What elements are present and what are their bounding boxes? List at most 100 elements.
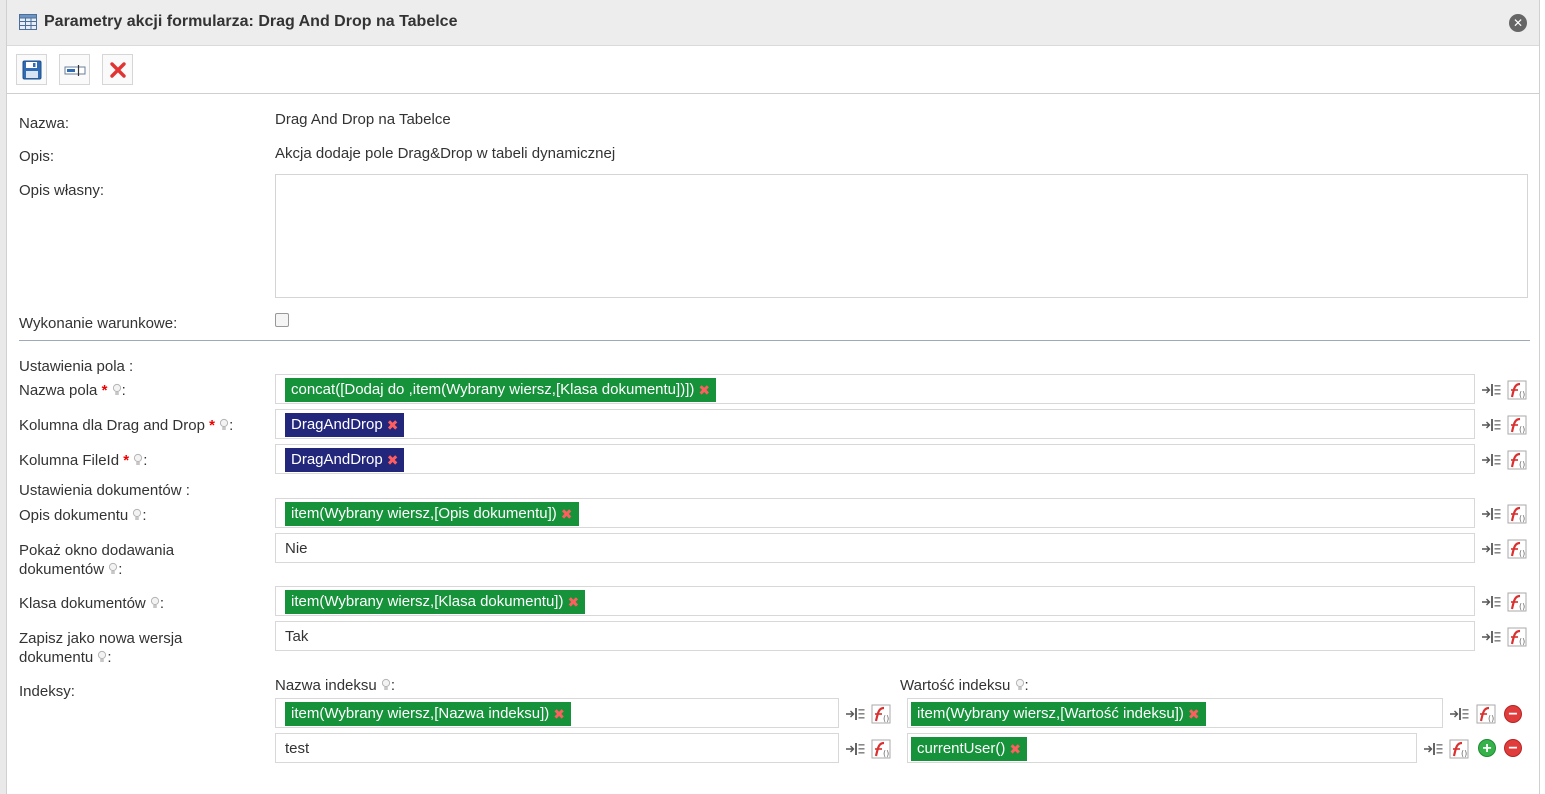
svg-text:(): () <box>1519 460 1525 469</box>
remove-row-icon[interactable]: − <box>1504 739 1522 757</box>
index-value-input[interactable]: item(Wybrany wiersz,[Wartość indeksu]) ✖ <box>907 698 1443 728</box>
remove-row-icon[interactable]: − <box>1504 705 1522 723</box>
function-icon[interactable]: () <box>871 704 891 724</box>
new-version-value: Tak <box>285 628 309 645</box>
svg-text:(): () <box>883 714 889 723</box>
show-window-label-line2: dokumentów <box>19 561 105 578</box>
insert-variable-icon[interactable] <box>1481 627 1501 647</box>
insert-variable-icon[interactable] <box>1481 592 1501 612</box>
close-icon[interactable]: ✕ <box>1509 14 1527 32</box>
required-mark: * <box>101 382 108 399</box>
index-value-input[interactable]: currentUser() ✖ <box>907 733 1417 763</box>
colon: : <box>121 382 126 399</box>
field-name-label: Nazwa pola * : <box>19 381 126 402</box>
desc-value: Akcja dodaje pole Drag&Drop w tabeli dyn… <box>275 145 616 162</box>
expression-tag: item(Wybrany wiersz,[Wartość indeksu]) ✖ <box>911 702 1206 726</box>
dnd-column-label: Kolumna dla Drag and Drop * : <box>19 416 233 437</box>
expression-tag: item(Wybrany wiersz,[Nazwa indeksu]) ✖ <box>285 702 572 726</box>
lightbulb-icon <box>1015 678 1025 697</box>
show-window-label-line1: Pokaż okno dodawania <box>19 542 175 559</box>
insert-variable-icon[interactable] <box>1481 415 1501 435</box>
function-icon[interactable]: () <box>1476 704 1496 724</box>
index-name-input[interactable]: item(Wybrany wiersz,[Nazwa indeksu]) ✖ <box>275 698 839 728</box>
svg-text:(): () <box>1519 390 1525 399</box>
lightbulb-icon <box>132 508 142 527</box>
lightbulb-icon <box>219 418 229 437</box>
remove-tag-icon[interactable]: ✖ <box>387 413 399 437</box>
insert-variable-icon[interactable] <box>845 739 865 759</box>
required-mark: * <box>123 452 130 469</box>
field-name-input[interactable]: concat([Dodaj do ,item(Wybrany wiersz,[K… <box>275 374 1475 404</box>
fileid-column-input[interactable]: DragAndDrop ✖ <box>275 444 1475 474</box>
remove-tag-icon[interactable]: ✖ <box>553 702 565 726</box>
remove-tag-icon[interactable]: ✖ <box>698 378 710 402</box>
function-icon[interactable]: () <box>1507 592 1527 612</box>
svg-text:(): () <box>1519 514 1525 523</box>
new-version-label-line1: Zapisz jako nowa wersja <box>19 630 183 647</box>
floppy-disk-icon <box>22 60 41 79</box>
insert-variable-icon[interactable] <box>1423 739 1443 759</box>
function-icon[interactable]: () <box>1449 739 1469 759</box>
remove-tag-icon[interactable]: ✖ <box>561 502 573 526</box>
doc-desc-input[interactable]: item(Wybrany wiersz,[Opis dokumentu]) ✖ <box>275 498 1475 528</box>
function-icon[interactable]: () <box>1507 627 1527 647</box>
insert-variable-icon[interactable] <box>1481 504 1501 524</box>
index-name-header: Nazwa indeksu : <box>275 676 395 697</box>
save-button[interactable] <box>16 54 47 85</box>
insert-variable-icon[interactable] <box>1481 539 1501 559</box>
function-icon[interactable]: () <box>1507 415 1527 435</box>
new-version-label: Zapisz jako nowa wersja dokumentu : <box>19 629 182 669</box>
colon: : <box>390 677 396 694</box>
show-window-value: Nie <box>285 540 308 557</box>
doc-desc-label: Opis dokumentu : <box>19 506 147 527</box>
section-divider <box>19 340 1530 341</box>
new-version-input[interactable]: Tak <box>275 621 1475 651</box>
dnd-column-input[interactable]: DragAndDrop ✖ <box>275 409 1475 439</box>
field-settings-header: Ustawienia pola : <box>19 358 134 375</box>
doc-settings-header: Ustawienia dokumentów : <box>19 482 190 499</box>
insert-variable-icon[interactable] <box>845 704 865 724</box>
function-icon[interactable]: () <box>1507 450 1527 470</box>
dialog-title: Parametry akcji formularza: Drag And Dro… <box>44 13 458 30</box>
svg-text:(): () <box>1519 425 1525 434</box>
svg-text:(): () <box>1519 549 1525 558</box>
function-icon[interactable]: () <box>1507 504 1527 524</box>
remove-tag-icon[interactable]: ✖ <box>1188 702 1200 726</box>
doc-class-input[interactable]: item(Wybrany wiersz,[Klasa dokumentu]) ✖ <box>275 586 1475 616</box>
lightbulb-icon <box>150 596 160 615</box>
own-desc-textarea[interactable] <box>275 174 1528 298</box>
desc-label: Opis: <box>19 148 55 165</box>
remove-tag-icon[interactable]: ✖ <box>567 590 579 614</box>
rename-button[interactable] <box>59 54 90 85</box>
show-window-input[interactable]: Nie <box>275 533 1475 563</box>
lightbulb-icon <box>112 383 122 402</box>
remove-tag-icon[interactable]: ✖ <box>1009 737 1021 761</box>
index-name-input[interactable]: test <box>275 733 839 763</box>
function-icon[interactable]: () <box>1507 380 1527 400</box>
index-name-value: test <box>285 740 310 757</box>
expression-tag-text: item(Wybrany wiersz,[Wartość indeksu]) <box>917 705 1184 722</box>
red-x-icon <box>109 61 126 78</box>
function-icon[interactable]: () <box>871 739 891 759</box>
svg-text:(): () <box>883 749 889 758</box>
insert-variable-icon[interactable] <box>1449 704 1469 724</box>
own-desc-label: Opis własny: <box>19 182 105 199</box>
dnd-column-label-text: Kolumna dla Drag and Drop <box>19 417 205 434</box>
lightbulb-icon <box>97 650 107 669</box>
expression-tag: item(Wybrany wiersz,[Opis dokumentu]) ✖ <box>285 502 579 526</box>
colon: : <box>1024 677 1029 694</box>
index-value-header-text: Wartość indeksu <box>900 677 1011 694</box>
lightbulb-icon <box>133 453 143 472</box>
conditional-label: Wykonanie warunkowe: <box>19 315 178 332</box>
conditional-checkbox[interactable] <box>275 313 289 327</box>
function-icon[interactable]: () <box>1507 539 1527 559</box>
lightbulb-icon <box>381 678 391 697</box>
insert-variable-icon[interactable] <box>1481 450 1501 470</box>
insert-variable-icon[interactable] <box>1481 380 1501 400</box>
expression-tag-text: item(Wybrany wiersz,[Klasa dokumentu]) <box>291 593 564 610</box>
remove-tag-icon[interactable]: ✖ <box>387 448 399 472</box>
add-row-icon[interactable]: + <box>1478 739 1496 757</box>
colon: : <box>107 649 112 666</box>
delete-button[interactable] <box>102 54 133 85</box>
column-tag: DragAndDrop ✖ <box>285 448 405 472</box>
